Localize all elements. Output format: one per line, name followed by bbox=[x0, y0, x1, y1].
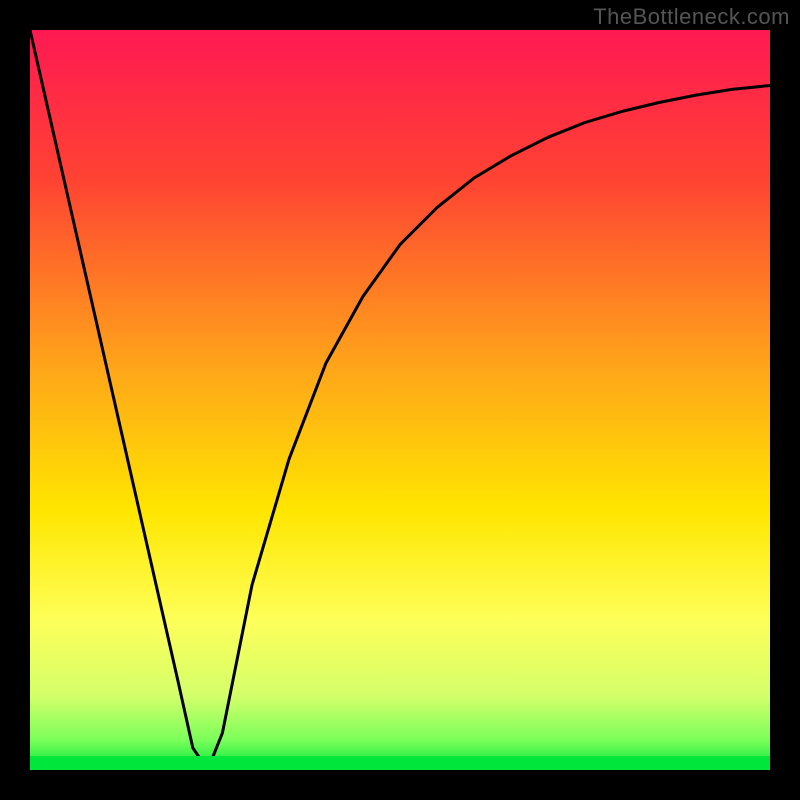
plot-svg bbox=[30, 30, 770, 770]
watermark-text: TheBottleneck.com bbox=[593, 4, 790, 30]
plot-frame bbox=[30, 30, 770, 770]
gradient-background bbox=[30, 30, 770, 770]
green-floor-strip bbox=[30, 756, 770, 770]
